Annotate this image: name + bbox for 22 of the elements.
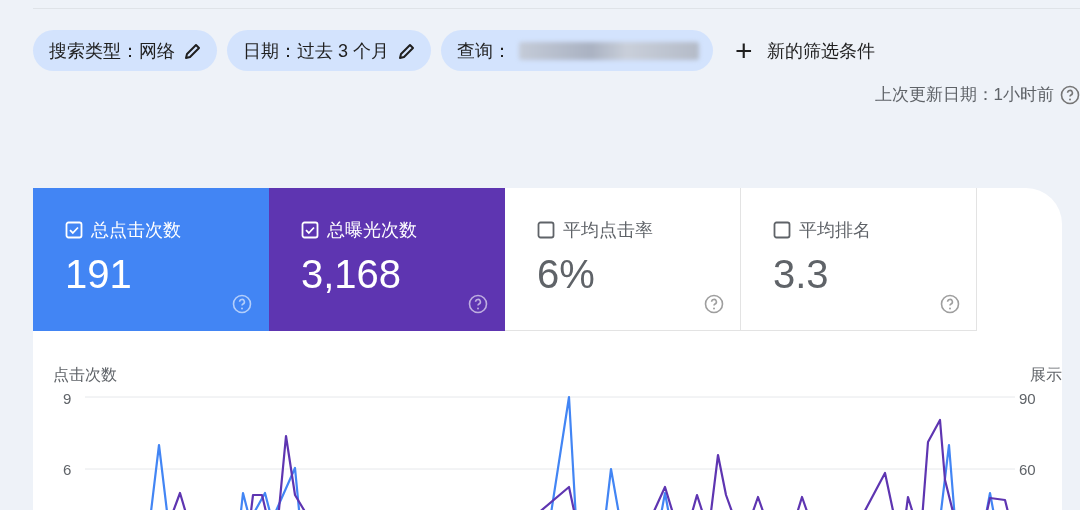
help-icon[interactable] [1060, 84, 1080, 105]
metric-tab[interactable]: 总点击次数 191 [33, 188, 269, 331]
metric-tab[interactable]: 总曝光次数 3,168 [269, 188, 505, 331]
new-filter-button[interactable]: + 新的筛选条件 [723, 30, 887, 71]
help-icon[interactable] [940, 294, 960, 314]
checkbox-checked-icon[interactable] [65, 221, 83, 239]
metric-tab[interactable]: 平均点击率 6% [505, 188, 741, 331]
axis-tick-label: 6 [63, 461, 73, 478]
checkbox-icon[interactable] [773, 221, 791, 239]
axis-title: 展示 [1030, 365, 1062, 385]
axis-title: 点击次数 [53, 365, 117, 385]
metric-tab[interactable]: 平均排名 3.3 [741, 188, 977, 331]
axis-tick-label: 90 [1019, 390, 1037, 407]
axis-tick-label: 9 [63, 390, 73, 407]
help-icon[interactable] [704, 294, 724, 314]
filter-chip[interactable]: 搜索类型：网络 [33, 30, 217, 71]
filter-chip[interactable]: 查询： [441, 30, 713, 71]
filter-chip[interactable]: 日期：过去 3 个月 [227, 30, 431, 71]
last-updated-text: 上次更新日期：1小时前 [874, 84, 1054, 106]
checkbox-icon[interactable] [537, 221, 555, 239]
axis-tick-label: 60 [1019, 461, 1037, 478]
checkbox-checked-icon[interactable] [301, 221, 319, 239]
